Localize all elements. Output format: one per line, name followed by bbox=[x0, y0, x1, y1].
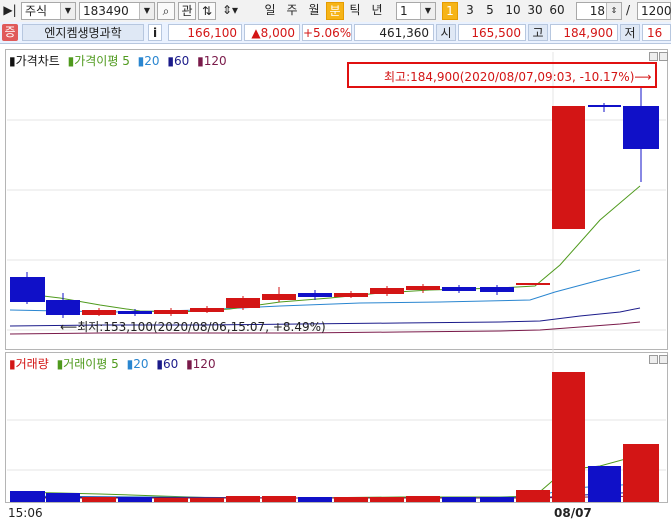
volume-bar bbox=[262, 496, 296, 502]
volume-bar bbox=[442, 497, 476, 502]
x-axis-label: 15:06 bbox=[8, 506, 43, 520]
volume-bar bbox=[516, 490, 550, 502]
candle bbox=[118, 311, 152, 314]
candle bbox=[226, 298, 260, 308]
x-axis-label: 08/07 bbox=[554, 506, 592, 520]
candle bbox=[190, 308, 224, 312]
volume-bar bbox=[226, 496, 260, 502]
candle bbox=[334, 293, 368, 297]
candle bbox=[82, 310, 116, 315]
volume-bars bbox=[10, 372, 659, 502]
volume-bar bbox=[406, 496, 440, 502]
volume-bar bbox=[370, 497, 404, 502]
candle bbox=[298, 293, 332, 297]
candle bbox=[480, 287, 514, 292]
low-annotation: ⟵최저:153,100(2020/08/06,15:07, +8.49%) bbox=[60, 320, 326, 334]
candle bbox=[552, 106, 585, 229]
candle bbox=[262, 294, 296, 300]
candle bbox=[10, 277, 45, 302]
volume-bar bbox=[623, 444, 659, 502]
volume-bar bbox=[298, 497, 332, 502]
volume-bar bbox=[46, 493, 80, 502]
candle bbox=[46, 300, 80, 315]
candle bbox=[370, 288, 404, 294]
candle bbox=[516, 283, 550, 285]
volume-bar bbox=[480, 497, 514, 502]
volume-bar bbox=[118, 497, 152, 502]
volume-bar bbox=[552, 372, 585, 502]
volume-bar bbox=[82, 497, 116, 502]
price-candles bbox=[10, 86, 659, 318]
volume-bar bbox=[334, 497, 368, 502]
candle bbox=[442, 287, 476, 291]
candle bbox=[406, 286, 440, 290]
volume-bar bbox=[10, 491, 45, 502]
candle bbox=[588, 105, 621, 107]
volume-bar bbox=[190, 498, 224, 502]
volume-bar bbox=[154, 498, 188, 502]
candle bbox=[623, 106, 659, 149]
candle bbox=[154, 310, 188, 314]
volume-bar bbox=[588, 466, 621, 502]
high-annotation: 최고:184,900(2020/08/07,09:03, -10.17%)⟶ bbox=[384, 70, 652, 84]
